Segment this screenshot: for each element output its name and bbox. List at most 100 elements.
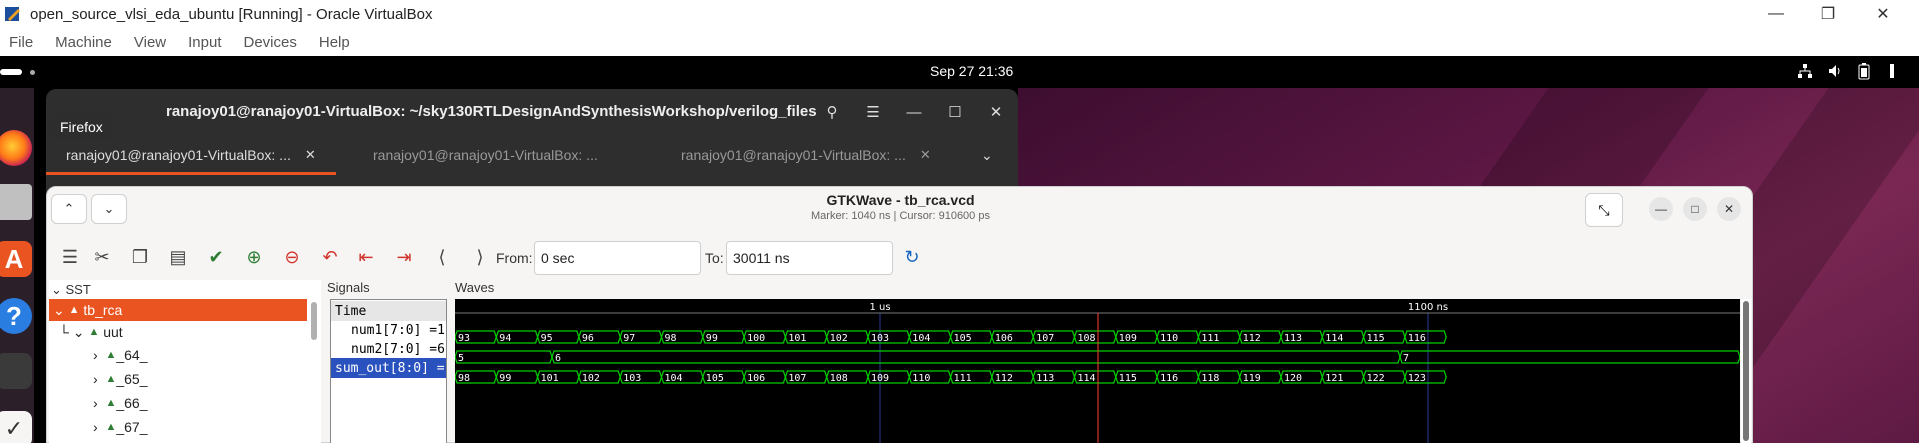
clock[interactable]: Sep 27 21:36 bbox=[930, 63, 1013, 79]
num1-wave-value: 95 bbox=[541, 333, 553, 344]
close-button[interactable]: ✕ bbox=[1855, 0, 1911, 28]
sst-scrollbar[interactable] bbox=[311, 302, 317, 340]
app-center-icon[interactable]: A bbox=[0, 241, 32, 277]
next-edge-icon[interactable]: ⟩ bbox=[467, 245, 493, 269]
num1-wave-value: 110 bbox=[1160, 333, 1178, 344]
waves-panel[interactable]: 1 us 1100 ns 93 94 95 96 97 98 99 100 101 102 103 104… bbox=[455, 299, 1740, 443]
menu-devices[interactable]: Devices bbox=[244, 34, 297, 51]
terminal-maximize-button[interactable]: ☐ bbox=[938, 97, 972, 127]
sst-item-label: uut bbox=[103, 324, 123, 340]
module-icon: ▲ bbox=[105, 397, 117, 409]
zoom-to-end-icon[interactable]: ⇥ bbox=[391, 245, 417, 269]
files-icon[interactable] bbox=[0, 184, 32, 220]
help-icon[interactable]: ? bbox=[0, 298, 32, 334]
sum-out-wave-value: 120 bbox=[1284, 373, 1302, 384]
gtkwave-toolbar: ☰ ✂ ❐ ▤ ✔ ⊕ ⊖ ↶ ⇤ ⇥ ⟨ ⟩ From: To: ↻ bbox=[47, 235, 1754, 279]
waveform-canvas[interactable]: 1 us 1100 ns 93 94 95 96 97 98 99 100 101 102 103 104… bbox=[455, 299, 1740, 443]
sst-item-66[interactable]: › ▲ _66_ bbox=[93, 392, 148, 414]
signal-num1[interactable]: num1[7:0] =1 bbox=[331, 320, 446, 340]
gnome-topbar: Sep 27 21:36 bbox=[0, 56, 1919, 88]
sst-item-67[interactable]: › ▲ _67_ bbox=[93, 416, 148, 438]
num1-wave-value: 116 bbox=[1408, 333, 1426, 344]
num1-wave-value: 97 bbox=[623, 333, 635, 344]
signal-num2[interactable]: num2[7:0] =6 bbox=[331, 339, 446, 359]
sst-item-uut[interactable]: └ ⌄ ▲ uut bbox=[59, 321, 123, 343]
terminal-tab-1[interactable]: ranajoy01@ranajoy01-VirtualBox: ... ✕ bbox=[46, 135, 336, 175]
sst-item-64[interactable]: › ▲ _64_ bbox=[93, 344, 148, 366]
reload-icon[interactable]: ↻ bbox=[899, 245, 925, 269]
to-label: To: bbox=[705, 250, 724, 266]
close-tab-icon[interactable]: ✕ bbox=[920, 147, 931, 163]
num1-wave-value: 108 bbox=[1078, 333, 1096, 344]
num1-wave-value: 105 bbox=[954, 333, 972, 344]
tab-list-chevron-icon[interactable]: ⌄ bbox=[971, 135, 1011, 175]
system-tray[interactable] bbox=[1797, 62, 1899, 80]
cut-icon[interactable]: ✂ bbox=[89, 245, 115, 269]
close-tab-icon[interactable]: ✕ bbox=[305, 147, 316, 163]
power-icon bbox=[1890, 64, 1894, 78]
dock-tooltip: Firefox bbox=[50, 113, 113, 141]
terminal-tab-3[interactable]: ranajoy01@ranajoy01-VirtualBox: ... ✕ bbox=[661, 135, 951, 175]
firefox-icon[interactable] bbox=[0, 130, 32, 166]
terminal-close-button[interactable]: ✕ bbox=[979, 97, 1013, 127]
sum-out-wave-value: 99 bbox=[499, 373, 511, 384]
num2-wave-value: 5 bbox=[458, 353, 464, 364]
sum-out-wave-value: 106 bbox=[747, 373, 765, 384]
waves-header: Waves bbox=[455, 280, 495, 295]
terminal-tab-label: ranajoy01@ranajoy01-VirtualBox: ... bbox=[66, 147, 291, 163]
terminal-minimize-button[interactable]: — bbox=[897, 97, 931, 127]
time-ruler-label: 1100 ns bbox=[1408, 302, 1448, 313]
terminal-tab-label: ranajoy01@ranajoy01-VirtualBox: ... bbox=[373, 147, 598, 163]
num1-wave-value: 109 bbox=[1119, 333, 1137, 344]
waves-scrollbar[interactable] bbox=[1741, 299, 1751, 443]
gtkwave-close-button[interactable]: ✕ bbox=[1717, 197, 1741, 221]
module-icon: ▲ bbox=[88, 326, 100, 338]
fullscreen-icon[interactable]: ⤡ bbox=[1585, 193, 1623, 227]
gtkwave-minimize-button[interactable]: — bbox=[1649, 197, 1673, 221]
terminal-tab-2[interactable]: ranajoy01@ranajoy01-VirtualBox: ... bbox=[353, 135, 643, 175]
menu-view[interactable]: View bbox=[134, 34, 166, 51]
num2-wave-segment bbox=[551, 350, 1401, 364]
menu-machine[interactable]: Machine bbox=[55, 34, 112, 51]
waves-scrollbar-thumb[interactable] bbox=[1743, 301, 1749, 441]
gtkwave-headerbar: ⌃ ⌄ GTKWave - tb_rca.vcd Marker: 1040 ns… bbox=[47, 187, 1754, 233]
menu-file[interactable]: File bbox=[9, 34, 33, 51]
select-all-icon[interactable]: ✔ bbox=[203, 245, 229, 269]
num1-wave-value: 103 bbox=[871, 333, 889, 344]
num2-wave-segment bbox=[1399, 350, 1740, 364]
num1-wave-value: 100 bbox=[747, 333, 765, 344]
to-time-input[interactable] bbox=[726, 241, 893, 275]
zoom-in-icon[interactable]: ⊕ bbox=[241, 245, 267, 269]
activities-indicator[interactable] bbox=[0, 69, 22, 75]
previous-edge-icon[interactable]: ⟨ bbox=[429, 245, 455, 269]
restore-button[interactable]: ❐ bbox=[1800, 0, 1856, 28]
copy-icon[interactable]: ❐ bbox=[127, 245, 153, 269]
undo-zoom-icon[interactable]: ↶ bbox=[317, 245, 343, 269]
menu-help[interactable]: Help bbox=[319, 34, 350, 51]
window-title: open_source_vlsi_eda_ubuntu [Running] - … bbox=[30, 5, 433, 23]
marker-cursor-status: Marker: 1040 ns | Cursor: 910600 ps bbox=[811, 210, 990, 222]
zoom-out-icon[interactable]: ⊖ bbox=[279, 245, 305, 269]
sum-out-wave-value: 122 bbox=[1367, 373, 1385, 384]
hamburger-menu-icon[interactable]: ☰ bbox=[856, 97, 890, 127]
sum-out-wave-value: 103 bbox=[623, 373, 641, 384]
signal-sum-out[interactable]: sum_out[8:0] =1 bbox=[331, 358, 446, 378]
gtkwave-title: GTKWave - tb_rca.vcd bbox=[826, 192, 975, 208]
gtkwave-dock-icon[interactable]: ✓ bbox=[0, 411, 32, 443]
sum-out-wave-value: 110 bbox=[912, 373, 930, 384]
minimize-button[interactable]: — bbox=[1748, 0, 1804, 28]
sst-item-65[interactable]: › ▲ _65_ bbox=[93, 368, 148, 390]
paste-icon[interactable]: ▤ bbox=[165, 245, 191, 269]
sst-item-tb-rca[interactable]: ⌄ ▲ tb_rca bbox=[49, 299, 307, 321]
gtkwave-maximize-button[interactable]: □ bbox=[1683, 197, 1707, 221]
search-icon[interactable]: ⚲ bbox=[815, 97, 849, 127]
from-time-input[interactable] bbox=[534, 241, 701, 275]
sst-item-label: _67_ bbox=[116, 419, 148, 435]
signals-panel: Time num1[7:0] =1 num2[7:0] =6 sum_out[8… bbox=[330, 299, 447, 443]
hamburger-menu-icon[interactable]: ☰ bbox=[57, 245, 83, 269]
num1-wave-value: 101 bbox=[788, 333, 806, 344]
menu-input[interactable]: Input bbox=[188, 34, 221, 51]
terminal-icon[interactable] bbox=[0, 353, 32, 389]
zoom-to-start-icon[interactable]: ⇤ bbox=[353, 245, 379, 269]
module-icon: ▲ bbox=[68, 304, 80, 316]
